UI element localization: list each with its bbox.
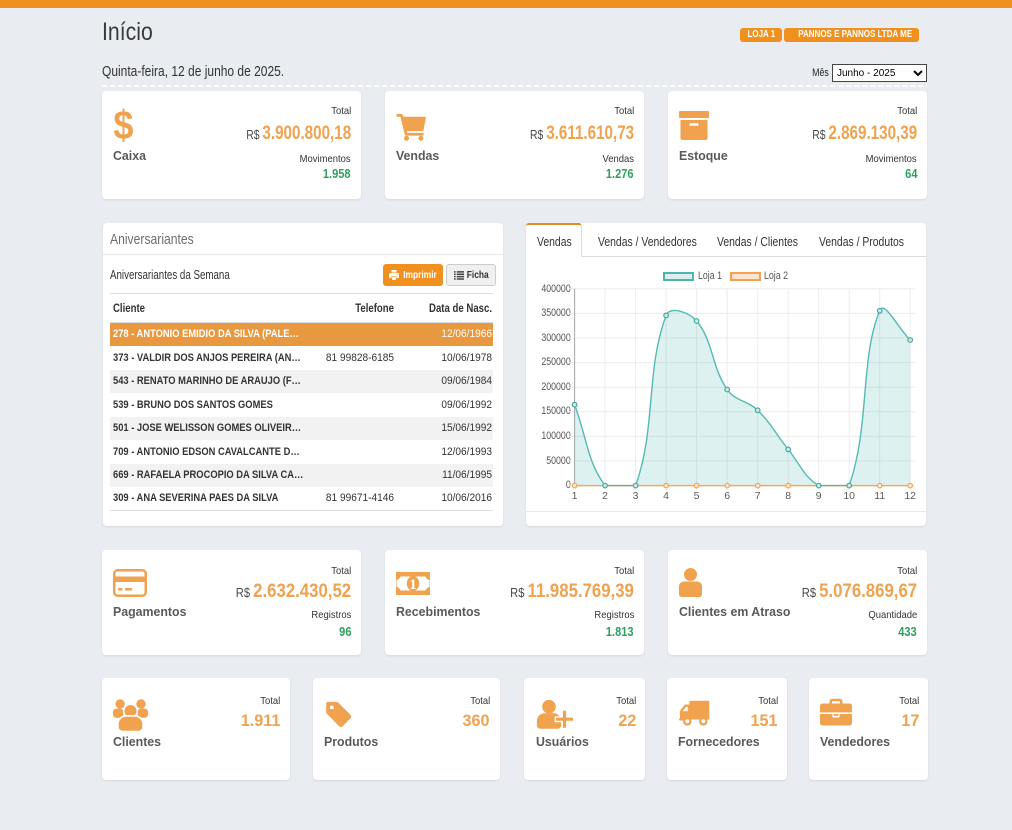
svg-text:1: 1	[409, 577, 417, 593]
